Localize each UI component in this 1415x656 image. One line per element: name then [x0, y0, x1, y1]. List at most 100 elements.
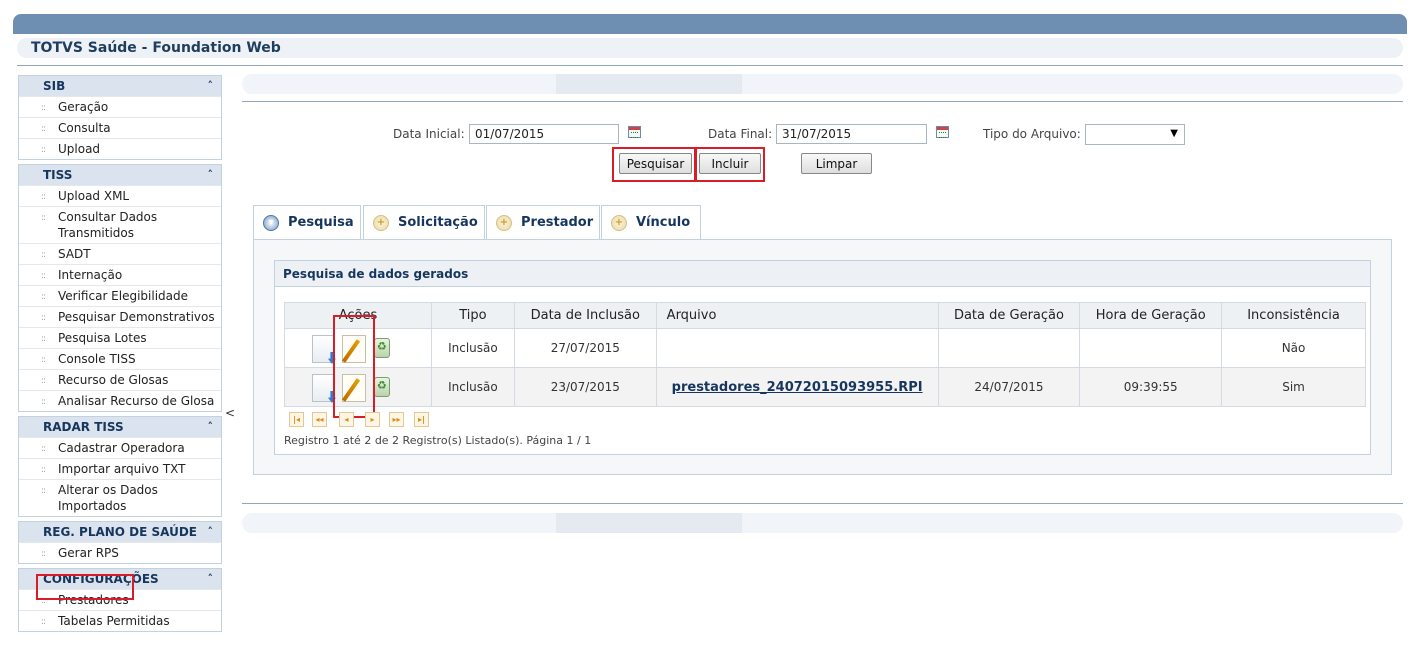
column-header-acoes[interactable]: Ações	[284, 302, 432, 329]
prev-block-icon[interactable]: ◂◂	[312, 412, 327, 427]
cell-data-inclusao: 27/07/2015	[513, 328, 657, 368]
tab-pesquisa[interactable]: ▾ Pesquisa	[253, 205, 361, 240]
sidebar-item-verificar-elegibilidade[interactable]: :: Verificar Elegibilidade	[19, 285, 221, 306]
content-footer-divider	[242, 503, 1403, 504]
cell-tipo: Inclusão	[430, 367, 515, 407]
tab-solicitacao[interactable]: + Solicitação	[363, 205, 485, 240]
download-document-icon[interactable]	[311, 374, 334, 402]
sidebar-item-alterar-dados[interactable]: :: Alterar os Dados Importados	[19, 479, 221, 516]
chevron-up-icon[interactable]: ˄	[208, 569, 214, 589]
cell-data-geracao	[937, 328, 1081, 368]
cell-hora-geracao: 09:39:55	[1079, 367, 1223, 407]
results-title: Pesquisa de dados gerados	[275, 261, 1370, 287]
cell-data-geracao: 24/07/2015	[937, 367, 1081, 407]
data-final-input[interactable]	[776, 124, 927, 144]
bullet-icon: ::	[41, 444, 46, 454]
column-header-tipo[interactable]: Tipo	[430, 302, 515, 329]
sidebar-item-gerar-rps[interactable]: :: Gerar RPS	[19, 542, 221, 563]
sidebar-group-radar-tiss: RADAR TISS ˄ :: Cadastrar Operadora :: Imp…	[18, 416, 222, 517]
bullet-icon: ::	[41, 486, 46, 496]
column-header-hora-geracao[interactable]: Hora de Geração	[1079, 302, 1223, 329]
pagination-status: Registro 1 até 2 de 2 Registro(s) Listad…	[284, 434, 592, 447]
expanded-circle-icon: ▾	[263, 215, 279, 231]
next-page-icon[interactable]: ▸	[365, 412, 380, 427]
sidebar-item-importar-txt[interactable]: :: Importar arquivo TXT	[19, 458, 221, 479]
tipo-arquivo-select[interactable]: ▼	[1085, 124, 1185, 145]
sidebar-group-header[interactable]: RADAR TISS ˄	[19, 417, 221, 437]
tab-vinculo[interactable]: + Vínculo	[601, 205, 701, 240]
group-title: TISS	[43, 168, 73, 182]
bullet-icon: ::	[41, 355, 46, 365]
sidebar-group-header[interactable]: REG. PLANO DE SAÚDE ˄	[19, 522, 221, 542]
arquivo-link[interactable]: prestadores_24072015093955.RPI	[672, 380, 923, 395]
sidebar-item-internacao[interactable]: :: Internação	[19, 264, 221, 285]
sidebar-item-geracao[interactable]: :: Geração	[19, 96, 221, 117]
bullet-icon: ::	[41, 334, 46, 344]
bullet-icon: ::	[41, 596, 46, 606]
bullet-icon: ::	[41, 397, 46, 407]
first-page-icon[interactable]: |◂	[289, 412, 304, 427]
chevron-up-icon[interactable]: ˄	[208, 522, 214, 542]
sidebar-item-upload[interactable]: :: Upload	[19, 138, 221, 159]
band-center	[556, 74, 742, 94]
sidebar-item-tabelas-permitidas[interactable]: :: Tabelas Permitidas	[19, 610, 221, 631]
recycle-delete-icon[interactable]	[373, 338, 390, 358]
edit-icon[interactable]	[341, 374, 366, 402]
sidebar-item-pesquisar-demonstrativos[interactable]: :: Pesquisar Demonstrativos	[19, 306, 221, 327]
calendar-icon[interactable]	[936, 126, 949, 138]
limpar-button[interactable]: Limpar	[801, 153, 872, 174]
cell-hora-geracao	[1079, 328, 1223, 368]
sidebar-item-recurso-glosas[interactable]: :: Recurso de Glosas	[19, 369, 221, 390]
chevron-up-icon[interactable]: ˄	[208, 417, 214, 437]
sidebar-item-sadt[interactable]: :: SADT	[19, 243, 221, 264]
recycle-delete-icon[interactable]	[373, 377, 390, 397]
download-document-icon[interactable]	[311, 335, 334, 363]
sidebar-item-analisar-recurso-glosa[interactable]: :: Analisar Recurso de Glosa	[19, 390, 221, 411]
edit-icon[interactable]	[341, 335, 366, 363]
prev-page-icon[interactable]: ◂	[339, 412, 354, 427]
sidebar-item-label: Analisar Recurso de Glosa	[58, 394, 215, 408]
tab-label: Pesquisa	[288, 215, 354, 230]
group-title: RADAR TISS	[43, 420, 124, 434]
collapse-sidebar-icon[interactable]: <	[225, 406, 235, 420]
sidebar-item-upload-xml[interactable]: :: Upload XML	[19, 185, 221, 206]
calendar-icon[interactable]	[628, 126, 641, 138]
sidebar-item-label: Geração	[58, 100, 109, 114]
bullet-icon: ::	[41, 292, 46, 302]
table-header-row: Ações Tipo Data de Inclusão Arquivo Data…	[284, 302, 1366, 329]
column-header-inconsistencia[interactable]: Inconsistência	[1221, 302, 1366, 329]
sidebar-item-prestadores[interactable]: :: Prestadores	[19, 589, 221, 610]
column-header-data-geracao[interactable]: Data de Geração	[937, 302, 1081, 329]
next-block-icon[interactable]: ▸▸	[389, 412, 404, 427]
chevron-up-icon[interactable]: ˄	[208, 76, 214, 96]
content-header-band	[242, 74, 1403, 94]
data-final-label: Data Final:	[708, 127, 773, 141]
pesquisar-button[interactable]: Pesquisar	[619, 153, 692, 174]
incluir-button[interactable]: Incluir	[699, 153, 761, 174]
column-header-arquivo[interactable]: Arquivo	[655, 302, 939, 329]
cell-arquivo	[655, 328, 939, 368]
sidebar-group-header[interactable]: SIB ˄	[19, 76, 221, 96]
sidebar-item-label: Cadastrar Operadora	[58, 441, 185, 455]
plus-circle-icon: +	[373, 215, 389, 231]
sidebar-group-header[interactable]: CONFIGURAÇÕES ˄	[19, 569, 221, 589]
tab-prestador[interactable]: + Prestador	[486, 205, 600, 240]
sidebar-item-consultar-dados[interactable]: :: Consultar Dados Transmitidos	[19, 206, 221, 243]
sidebar-group-configuracoes: CONFIGURAÇÕES ˄ :: Prestadores :: Tabelas …	[18, 568, 222, 632]
column-header-data-inclusao[interactable]: Data de Inclusão	[513, 302, 657, 329]
chevron-up-icon[interactable]: ˄	[208, 165, 214, 185]
app-title: TOTVS Saúde - Foundation Web	[17, 38, 1403, 58]
last-page-icon[interactable]: ▸|	[414, 412, 429, 427]
content-footer-band	[242, 513, 1403, 533]
sidebar-item-label: Consultar Dados Transmitidos	[58, 210, 158, 240]
data-inicial-input[interactable]	[469, 124, 619, 144]
sidebar-item-cadastrar-operadora[interactable]: :: Cadastrar Operadora	[19, 437, 221, 458]
sidebar-item-consulta[interactable]: :: Consulta	[19, 117, 221, 138]
bullet-icon: ::	[41, 103, 46, 113]
sidebar-item-console-tiss[interactable]: :: Console TISS	[19, 348, 221, 369]
sidebar-group-header[interactable]: TISS ˄	[19, 165, 221, 185]
sidebar-item-label: Gerar RPS	[58, 546, 119, 560]
tab-label: Solicitação	[398, 215, 478, 230]
plus-circle-icon: +	[611, 215, 627, 231]
sidebar-item-pesquisa-lotes[interactable]: :: Pesquisa Lotes	[19, 327, 221, 348]
